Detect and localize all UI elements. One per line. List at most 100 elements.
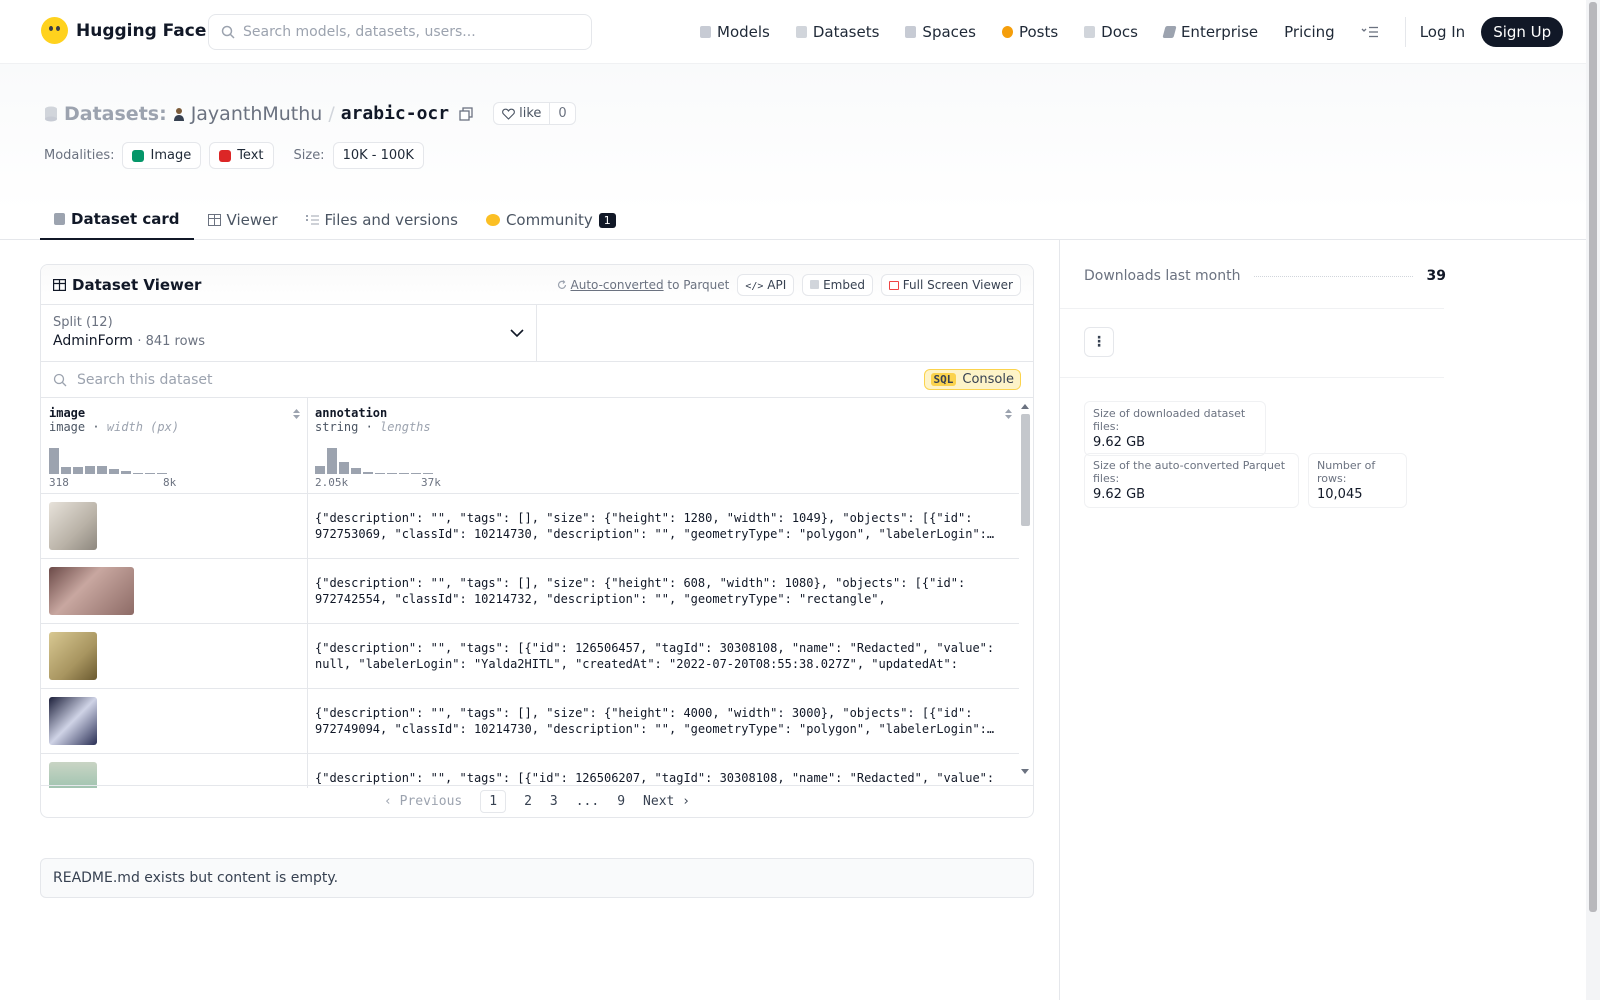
size-tag[interactable]: 10K - 100K [332, 142, 424, 169]
owner-link[interactable]: JayanthMuthu [191, 103, 323, 125]
top-nav: Hugging Face Search models, datasets, us… [0, 0, 1586, 64]
split-value: AdminForm [53, 333, 133, 349]
more-menu-button[interactable] [1361, 26, 1379, 38]
sql-console-button[interactable]: SQL Console [923, 369, 1021, 390]
table-row[interactable]: {"description": "", "tags": [{"id": 1265… [41, 624, 1019, 689]
nav-spaces[interactable]: Spaces [905, 23, 976, 41]
datasets-icon [795, 26, 807, 38]
histogram-bar [375, 473, 385, 474]
section-label[interactable]: Datasets: [64, 103, 167, 125]
breadcrumb: Datasets: JayanthMuthu / arabic-ocr like… [44, 102, 576, 125]
stat-label: Number of rows: [1317, 459, 1376, 485]
modality-text-tag[interactable]: Text [209, 142, 274, 169]
nav-datasets-label: Datasets [812, 23, 880, 41]
embed-button[interactable]: Embed [802, 273, 873, 296]
modality-image-tag[interactable]: Image [122, 142, 202, 169]
api-button[interactable]: </> API [737, 273, 795, 296]
table-row[interactable]: {"description": "", "tags": [], "size": … [41, 559, 1019, 624]
tab-dataset-card[interactable]: Dataset card [40, 200, 194, 240]
split-rows: 841 rows [145, 334, 205, 349]
split-selector[interactable]: Split (12) AdminForm · 841 rows [41, 305, 1033, 362]
user-avatar-icon [173, 107, 184, 121]
auto-converted-link[interactable]: Auto-converted [571, 278, 664, 292]
table-icon [53, 278, 66, 291]
dataset-search-input[interactable]: Search this dataset SQL Console [41, 362, 1033, 398]
downloads-label: Downloads last month [1084, 268, 1241, 284]
row-image-thumbnail[interactable] [49, 632, 97, 680]
pagination: ‹ Previous 1 2 3 ... 9 Next › [41, 785, 1033, 817]
histogram-bar [339, 462, 349, 474]
nav-pricing-label: Pricing [1284, 23, 1335, 41]
sql-badge: SQL [930, 373, 957, 386]
previous-page-button[interactable]: ‹ Previous [384, 794, 462, 809]
login-link[interactable]: Log In [1420, 23, 1466, 41]
viewer-header: Dataset Viewer Auto-converted to Parquet… [41, 265, 1033, 305]
nav-posts[interactable]: Posts [1001, 23, 1058, 41]
downloads-stat: Downloads last month 39 [1084, 268, 1446, 284]
community-icon [485, 214, 500, 226]
page-3-button[interactable]: 3 [550, 794, 558, 809]
histogram-max: 8k [163, 476, 177, 489]
tab-viewer[interactable]: Viewer [194, 200, 292, 240]
table-row[interactable]: {"description": "", "tags": [], "size": … [41, 494, 1019, 559]
row-annotation: {"description": "", "tags": [], "size": … [315, 706, 995, 736]
table-row[interactable]: {"description": "", "tags": [{"id": 1265… [41, 754, 1019, 788]
fullscreen-icon [888, 280, 899, 290]
scroll-down-icon[interactable] [1020, 768, 1030, 776]
column-header-annotation[interactable]: annotation string · lengths 2.05k 37k [307, 398, 1019, 494]
tab-community[interactable]: Community 1 [472, 200, 630, 240]
page-1-button[interactable]: 1 [480, 790, 507, 813]
row-image-thumbnail[interactable] [49, 697, 97, 745]
tab-files[interactable]: Files and versions [292, 200, 472, 240]
chevron-down-icon[interactable] [510, 329, 524, 338]
size-label: Size: [293, 148, 325, 163]
page-9-button[interactable]: 9 [617, 794, 625, 809]
heart-icon [502, 108, 515, 120]
dataset-viewer: Dataset Viewer Auto-converted to Parquet… [40, 264, 1034, 818]
rows-stat: Number of rows: 10,045 [1308, 453, 1407, 508]
more-options-button[interactable]: ⋮ [1084, 327, 1114, 357]
next-page-button[interactable]: Next › [643, 794, 690, 809]
previous-label: Previous [399, 794, 463, 809]
repo-name[interactable]: arabic-ocr [341, 103, 449, 124]
histogram-image-width [49, 448, 167, 474]
row-image-thumbnail[interactable] [49, 502, 97, 550]
embed-label: Embed [823, 277, 865, 292]
nav-pricing[interactable]: Pricing [1284, 23, 1335, 41]
page-scrollbar-thumb[interactable] [1589, 2, 1597, 912]
cube-icon [54, 213, 65, 225]
nav-datasets[interactable]: Datasets [795, 23, 880, 41]
histogram-bar [327, 448, 337, 474]
brand-name: Hugging Face [76, 20, 207, 41]
column-header-image[interactable]: image image · width (px) 318 8k [41, 398, 307, 494]
fullscreen-viewer-button[interactable]: Full Screen Viewer [880, 273, 1021, 296]
search-icon [221, 25, 235, 39]
histogram-bar [363, 472, 373, 474]
like-button[interactable]: like 0 [493, 102, 576, 125]
sort-icon[interactable] [1004, 408, 1013, 420]
table-scrollbar-thumb[interactable] [1021, 414, 1030, 526]
page-2-button[interactable]: 2 [524, 794, 532, 809]
table-scrollbar[interactable] [1019, 398, 1031, 788]
sort-icon[interactable] [292, 408, 301, 420]
nav-models[interactable]: Models [700, 23, 770, 41]
dotted-leader [1254, 275, 1413, 277]
histogram-bar [61, 467, 71, 474]
nav-docs[interactable]: Docs [1084, 23, 1138, 41]
global-search-input[interactable]: Search models, datasets, users... [208, 14, 592, 50]
copy-icon[interactable] [459, 106, 473, 121]
histogram-bar [145, 473, 155, 474]
histogram-bar [423, 473, 433, 474]
page-scrollbar[interactable] [1586, 0, 1600, 1000]
nav-docs-label: Docs [1101, 23, 1138, 41]
page-ellipsis: ... [575, 794, 600, 809]
row-image-thumbnail[interactable] [49, 567, 134, 615]
signup-button[interactable]: Sign Up [1481, 17, 1564, 47]
brand-logo[interactable]: Hugging Face [41, 17, 206, 44]
models-icon [700, 26, 711, 38]
scroll-up-icon[interactable] [1020, 402, 1030, 410]
histogram-bar [133, 473, 143, 474]
nav-enterprise[interactable]: Enterprise [1162, 23, 1258, 41]
table-row[interactable]: {"description": "", "tags": [], "size": … [41, 689, 1019, 754]
repo-header: Datasets: JayanthMuthu / arabic-ocr like… [0, 64, 1586, 240]
